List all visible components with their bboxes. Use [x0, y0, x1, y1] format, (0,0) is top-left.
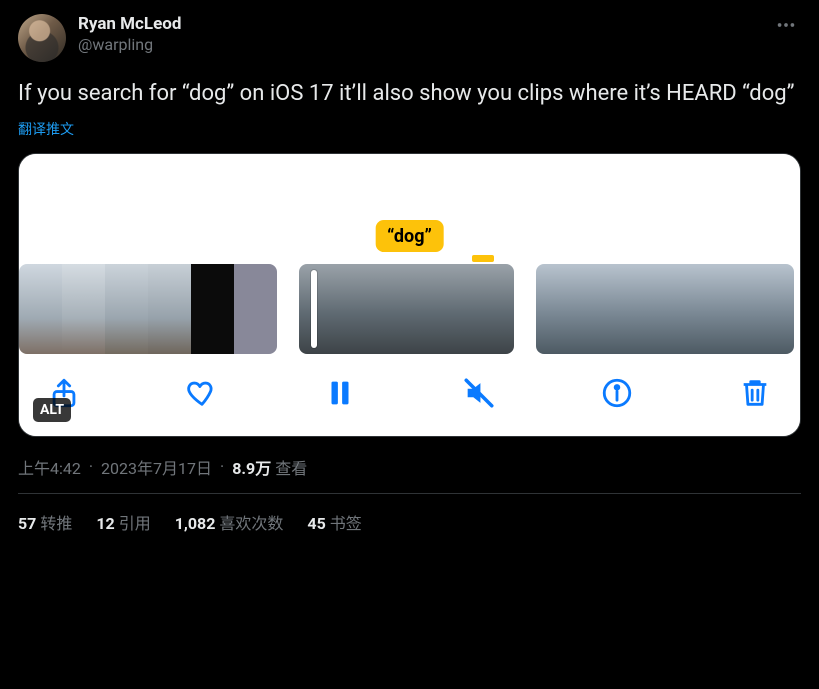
info-icon [600, 376, 634, 410]
clip-frame [342, 264, 385, 354]
timestamp[interactable]: 上午4:42 [18, 455, 81, 479]
views-count: 8.9万 [232, 455, 271, 479]
more-icon [775, 14, 797, 36]
highlight-tick [472, 255, 494, 262]
bookmarks[interactable]: 45书签 [307, 510, 361, 534]
clip-frame [148, 264, 191, 354]
tweet-text: If you search for “dog” on iOS 17 it’ll … [18, 80, 801, 109]
pause-icon [323, 376, 357, 410]
playhead[interactable] [311, 270, 317, 348]
clip-frame [428, 264, 471, 354]
engagement-stats: 57转推 12引用 1,082喜欢次数 45书签 [18, 494, 801, 534]
clip-frame [299, 264, 342, 354]
tweet-container: Ryan McLeod @warpling If you search for … [0, 0, 819, 534]
search-highlight-label: “dog” [375, 220, 444, 252]
tweet-header: Ryan McLeod @warpling [18, 14, 801, 62]
clip-frame [579, 264, 622, 354]
handle[interactable]: @warpling [78, 35, 771, 54]
info-button[interactable] [600, 376, 634, 410]
more-button[interactable] [771, 10, 801, 44]
clip-frame [105, 264, 148, 354]
translate-link[interactable]: 翻译推文 [18, 119, 74, 139]
avatar[interactable] [18, 14, 66, 62]
tweet-meta: 上午4:42 2023年7月17日 8.9万 查看 [18, 455, 801, 479]
clip-group[interactable] [19, 264, 277, 354]
retweets[interactable]: 57转推 [18, 510, 72, 534]
clip-frame [536, 264, 579, 354]
clip-frame [471, 264, 514, 354]
mute-icon [462, 376, 496, 410]
likes[interactable]: 1,082喜欢次数 [175, 510, 284, 534]
media-top: “dog” [19, 154, 800, 264]
heart-icon [185, 376, 219, 410]
video-scrubber[interactable] [19, 264, 800, 354]
clip-frame [19, 264, 62, 354]
clip-frame [191, 264, 234, 354]
media-controls [19, 354, 800, 436]
clip-frame [385, 264, 428, 354]
like-button[interactable] [185, 376, 219, 410]
media-card[interactable]: “dog” [18, 153, 801, 437]
clip-group[interactable] [299, 264, 514, 354]
clip-group[interactable] [536, 264, 794, 354]
clip-frame [665, 264, 708, 354]
mute-button[interactable] [462, 376, 496, 410]
delete-button[interactable] [738, 376, 772, 410]
clip-frame [751, 264, 794, 354]
clip-frame [622, 264, 665, 354]
date[interactable]: 2023年7月17日 [101, 455, 212, 479]
trash-icon [738, 376, 772, 410]
views-label: 查看 [275, 455, 307, 479]
quotes[interactable]: 12引用 [96, 510, 150, 534]
clip-frame [708, 264, 751, 354]
alt-badge[interactable]: ALT [33, 398, 71, 422]
clip-frame [62, 264, 105, 354]
user-info: Ryan McLeod @warpling [78, 14, 771, 54]
pause-button[interactable] [323, 376, 357, 410]
display-name[interactable]: Ryan McLeod [78, 14, 181, 34]
clip-frame [234, 264, 277, 354]
